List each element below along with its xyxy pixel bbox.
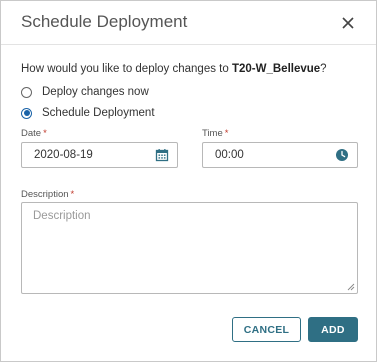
date-label-text: Date xyxy=(21,128,42,139)
time-label: Time * xyxy=(202,128,228,139)
question-suffix: ? xyxy=(320,63,327,75)
question-prefix: How would you like to deploy changes to xyxy=(21,63,232,75)
option-schedule-deployment[interactable]: Schedule Deployment xyxy=(21,107,155,119)
deploy-now-radio[interactable] xyxy=(21,86,32,98)
description-required-mark: * xyxy=(70,189,75,200)
description-label-text: Description xyxy=(21,189,69,200)
description-field[interactable]: Description xyxy=(21,202,358,294)
cancel-button[interactable]: CANCEL xyxy=(232,317,301,342)
schedule-deployment-label: Schedule Deployment xyxy=(42,107,155,119)
dialog-title: Schedule Deployment xyxy=(21,12,188,31)
date-required-mark: * xyxy=(43,128,47,139)
description-label: Description * xyxy=(21,189,74,200)
resize-grip-icon[interactable] xyxy=(347,283,355,291)
date-label: Date * xyxy=(21,128,47,139)
time-label-text: Time xyxy=(202,128,223,139)
time-required-mark: * xyxy=(224,128,229,139)
description-placeholder: Description xyxy=(33,210,91,222)
time-value: 00:00 xyxy=(215,149,244,161)
add-button[interactable]: ADD xyxy=(308,317,358,342)
clock-icon[interactable] xyxy=(335,148,349,162)
schedule-deployment-radio[interactable] xyxy=(21,107,32,119)
calendar-icon[interactable] xyxy=(155,148,169,162)
dialog-header: Schedule Deployment xyxy=(1,1,376,45)
time-field[interactable]: 00:00 xyxy=(202,142,358,168)
question-target: T20-W_Bellevue xyxy=(231,63,321,75)
option-deploy-now[interactable]: Deploy changes now xyxy=(21,86,149,98)
schedule-deployment-dialog: Schedule Deployment How would you like t… xyxy=(0,0,377,362)
deploy-question: How would you like to deploy changes to … xyxy=(21,63,327,75)
close-icon[interactable] xyxy=(339,14,357,32)
date-field[interactable]: 2020-08-19 xyxy=(21,142,178,168)
deploy-now-label: Deploy changes now xyxy=(42,86,149,98)
date-value: 2020-08-19 xyxy=(34,149,93,161)
